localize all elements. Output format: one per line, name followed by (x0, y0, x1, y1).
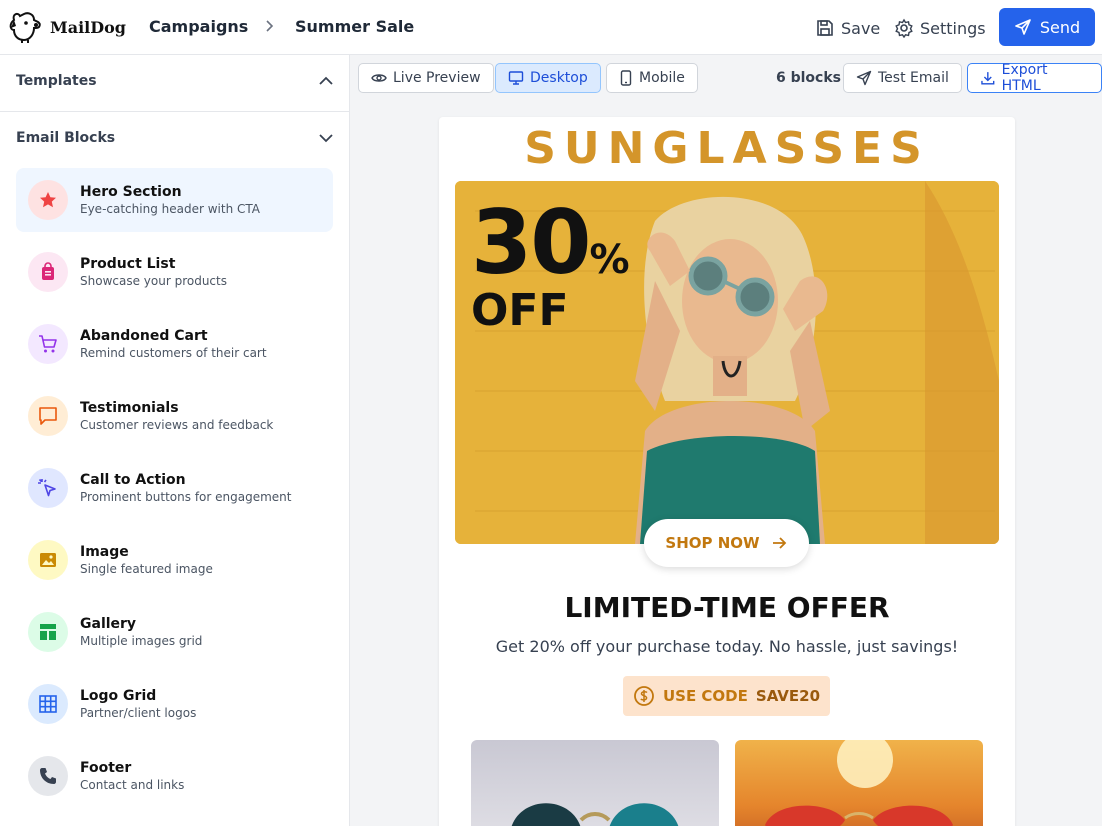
block-image[interactable]: Image Single featured image (16, 528, 333, 592)
block-desc: Remind customers of their cart (80, 346, 267, 360)
pointer-click-icon (28, 468, 68, 508)
block-title: Gallery (80, 616, 137, 632)
aviator-sunglasses-illustration (765, 740, 953, 826)
star-icon (28, 180, 68, 220)
mobile-view-button[interactable]: Mobile (606, 63, 698, 93)
save-button[interactable]: Save (815, 12, 880, 44)
block-gallery[interactable]: Gallery Multiple images grid (16, 600, 333, 664)
layout-icon (28, 612, 68, 652)
block-product-list[interactable]: Product List Showcase your products (16, 240, 333, 304)
block-title: Hero Section (80, 184, 182, 200)
block-title: Logo Grid (80, 688, 157, 704)
section-divider (0, 111, 349, 112)
block-hero-section[interactable]: Hero Section Eye-catching header with CTA (16, 168, 333, 232)
discount-value: 30 (471, 191, 591, 294)
preview-area: Live Preview Desktop Mobile 6 blocks Tes… (350, 55, 1102, 826)
block-title: Footer (80, 760, 132, 776)
email-blocks-title: Email Blocks (16, 130, 116, 146)
export-html-label: Export HTML (1001, 62, 1048, 94)
settings-button[interactable]: Settings (894, 12, 986, 44)
block-abandoned-cart[interactable]: Abandoned Cart Remind customers of their … (16, 312, 333, 376)
block-call-to-action[interactable]: Call to Action Prominent buttons for enga… (16, 456, 333, 520)
shopping-bag-icon (28, 252, 68, 292)
dog-logo-icon (9, 12, 41, 43)
message-square-icon (28, 396, 68, 436)
round-sunglasses-illustration (511, 803, 679, 826)
chevron-down-icon (319, 134, 333, 143)
offer-title: LIMITED-TIME OFFER (564, 591, 890, 624)
top-bar: MailDog Campaigns Summer Sale Save Setti… (0, 0, 1102, 55)
save-icon (817, 20, 833, 36)
breadcrumb-current: Summer Sale (295, 17, 415, 36)
grid-icon (28, 684, 68, 724)
send-icon (1015, 19, 1031, 35)
block-desc: Partner/client logos (80, 706, 197, 720)
test-email-label: Test Email (878, 70, 949, 86)
sidebar: Templates Email Blocks Hero Section Eye-c… (0, 55, 350, 826)
export-html-button[interactable]: Export HTML (967, 62, 1102, 94)
mobile-label: Mobile (639, 70, 685, 86)
image-icon (28, 540, 68, 580)
promo-code-label: USE CODE (662, 687, 748, 705)
hero-image[interactable]: 30% OFF (455, 181, 999, 544)
promo-code-value: SAVE20 (755, 687, 821, 705)
monitor-icon (508, 71, 524, 85)
block-testimonials[interactable]: Testimonials Customer reviews and feedbac… (16, 384, 333, 448)
desktop-view-button[interactable]: Desktop (495, 63, 601, 93)
block-title: Product List (80, 256, 176, 272)
blocks-count: 6 blocks (776, 70, 841, 86)
block-desc: Single featured image (80, 562, 213, 576)
dollar-coin-icon (634, 686, 654, 706)
block-logo-grid[interactable]: Logo Grid Partner/client logos (16, 672, 333, 736)
live-preview-label: Live Preview (393, 70, 481, 86)
save-label: Save (841, 18, 881, 38)
block-desc: Eye-catching header with CTA (80, 202, 260, 216)
download-icon (981, 72, 995, 85)
send-icon (856, 70, 872, 86)
arrow-right-icon (772, 537, 786, 549)
smartphone-icon (620, 70, 632, 86)
live-preview-button[interactable]: Live Preview (358, 63, 494, 93)
promo-code-badge[interactable]: USE CODE SAVE20 (623, 676, 830, 716)
block-footer[interactable]: Footer Contact and links (16, 744, 333, 808)
phone-icon (28, 756, 68, 796)
desktop-label: Desktop (530, 70, 588, 86)
product-image-1[interactable] (471, 740, 719, 826)
app-name: MailDog (50, 17, 126, 37)
block-desc: Showcase your products (80, 274, 227, 288)
email-blocks-section-header[interactable]: Email Blocks (16, 130, 334, 146)
send-button[interactable]: Send (999, 8, 1095, 46)
email-canvas: SUNGLASSES 30% OFF SHOP NOW LIMITED-TIME… (439, 117, 1015, 826)
test-email-button[interactable]: Test Email (843, 63, 962, 93)
product-image-2[interactable] (735, 740, 983, 826)
block-title: Call to Action (80, 472, 186, 488)
templates-section-header[interactable]: Templates (16, 73, 334, 89)
shop-now-button[interactable]: SHOP NOW (644, 519, 809, 567)
block-desc: Customer reviews and feedback (80, 418, 274, 432)
eye-icon (371, 74, 387, 82)
breadcrumb-campaigns[interactable]: Campaigns (149, 17, 248, 36)
shop-now-label: SHOP NOW (665, 534, 760, 552)
block-title: Image (80, 544, 129, 560)
email-brand-heading: SUNGLASSES (524, 123, 930, 174)
discount-word: OFF (471, 285, 569, 336)
block-desc: Contact and links (80, 778, 185, 792)
offer-text: Get 20% off your purchase today. No hass… (495, 637, 959, 656)
block-title: Abandoned Cart (80, 328, 208, 344)
gear-icon (895, 18, 913, 38)
shopping-cart-icon (28, 324, 68, 364)
templates-title: Templates (16, 73, 97, 89)
settings-label: Settings (920, 18, 986, 38)
chevron-up-icon (319, 76, 333, 85)
block-desc: Prominent buttons for engagement (80, 490, 292, 504)
block-desc: Multiple images grid (80, 634, 203, 648)
discount-symbol: % (589, 237, 629, 283)
block-title: Testimonials (80, 400, 179, 416)
app-logo[interactable]: MailDog (8, 10, 126, 44)
send-label: Send (1039, 17, 1081, 37)
chevron-right-icon (266, 20, 274, 32)
